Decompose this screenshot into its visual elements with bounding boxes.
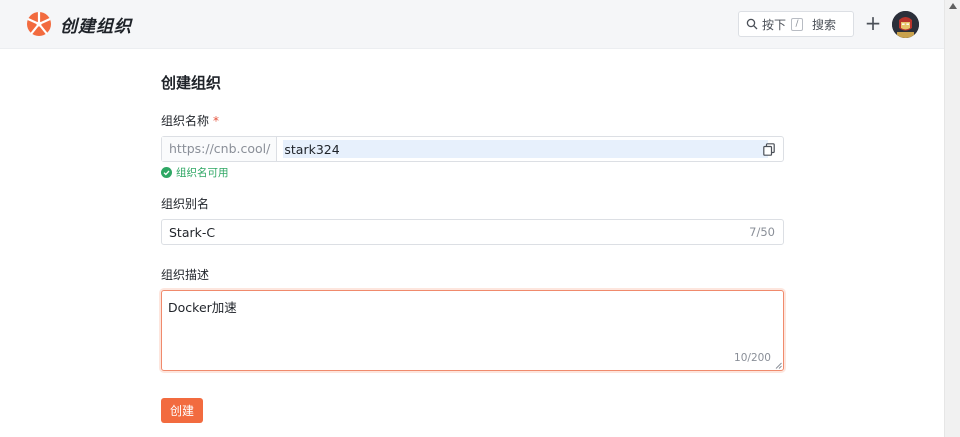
- create-button[interactable]: 创建: [161, 398, 203, 423]
- search-shortcut-key: /: [791, 17, 804, 31]
- org-name-input[interactable]: [283, 140, 769, 158]
- url-prefix: https://cnb.cool/: [162, 137, 278, 161]
- org-alias-input[interactable]: [169, 223, 729, 241]
- avatar[interactable]: [892, 11, 919, 38]
- scroll-up-arrow-icon[interactable]: [949, 3, 957, 9]
- name-available-text: 组织名可用: [176, 167, 229, 179]
- org-desc-label: 组织描述: [161, 268, 210, 282]
- page-brand-title: 创建组织: [60, 17, 132, 37]
- page-scrollbar[interactable]: [944, 0, 960, 437]
- org-desc-field: Docker加速 10/200: [161, 290, 784, 371]
- search-box[interactable]: 按下 / 搜索: [738, 11, 854, 37]
- create-new-button[interactable]: +: [864, 12, 882, 34]
- check-circle-icon: [161, 167, 172, 178]
- top-bar: 创建组织 按下 / 搜索 +: [0, 0, 944, 49]
- org-name-label: 组织名称 *: [161, 112, 219, 129]
- org-name-field: https://cnb.cool/: [161, 136, 784, 162]
- search-icon: [746, 18, 758, 30]
- org-alias-field: 7/50: [161, 219, 784, 245]
- search-hint-prefix: 按下: [762, 17, 787, 32]
- page-title: 创建组织: [161, 74, 222, 92]
- org-desc-textarea[interactable]: Docker加速: [168, 297, 773, 353]
- avatar-image: [892, 11, 919, 38]
- name-available-hint: 组织名可用: [161, 165, 229, 180]
- logo-icon[interactable]: [26, 11, 52, 37]
- search-label: 搜索: [812, 17, 837, 32]
- desc-char-count: 10/200: [734, 352, 771, 364]
- resize-handle-icon[interactable]: [775, 362, 782, 369]
- alias-char-count: 7/50: [749, 225, 775, 239]
- copy-icon[interactable]: [763, 143, 775, 156]
- org-alias-label: 组织别名: [161, 197, 210, 211]
- org-name-label-text: 组织名称: [161, 114, 210, 128]
- required-mark: *: [213, 114, 220, 128]
